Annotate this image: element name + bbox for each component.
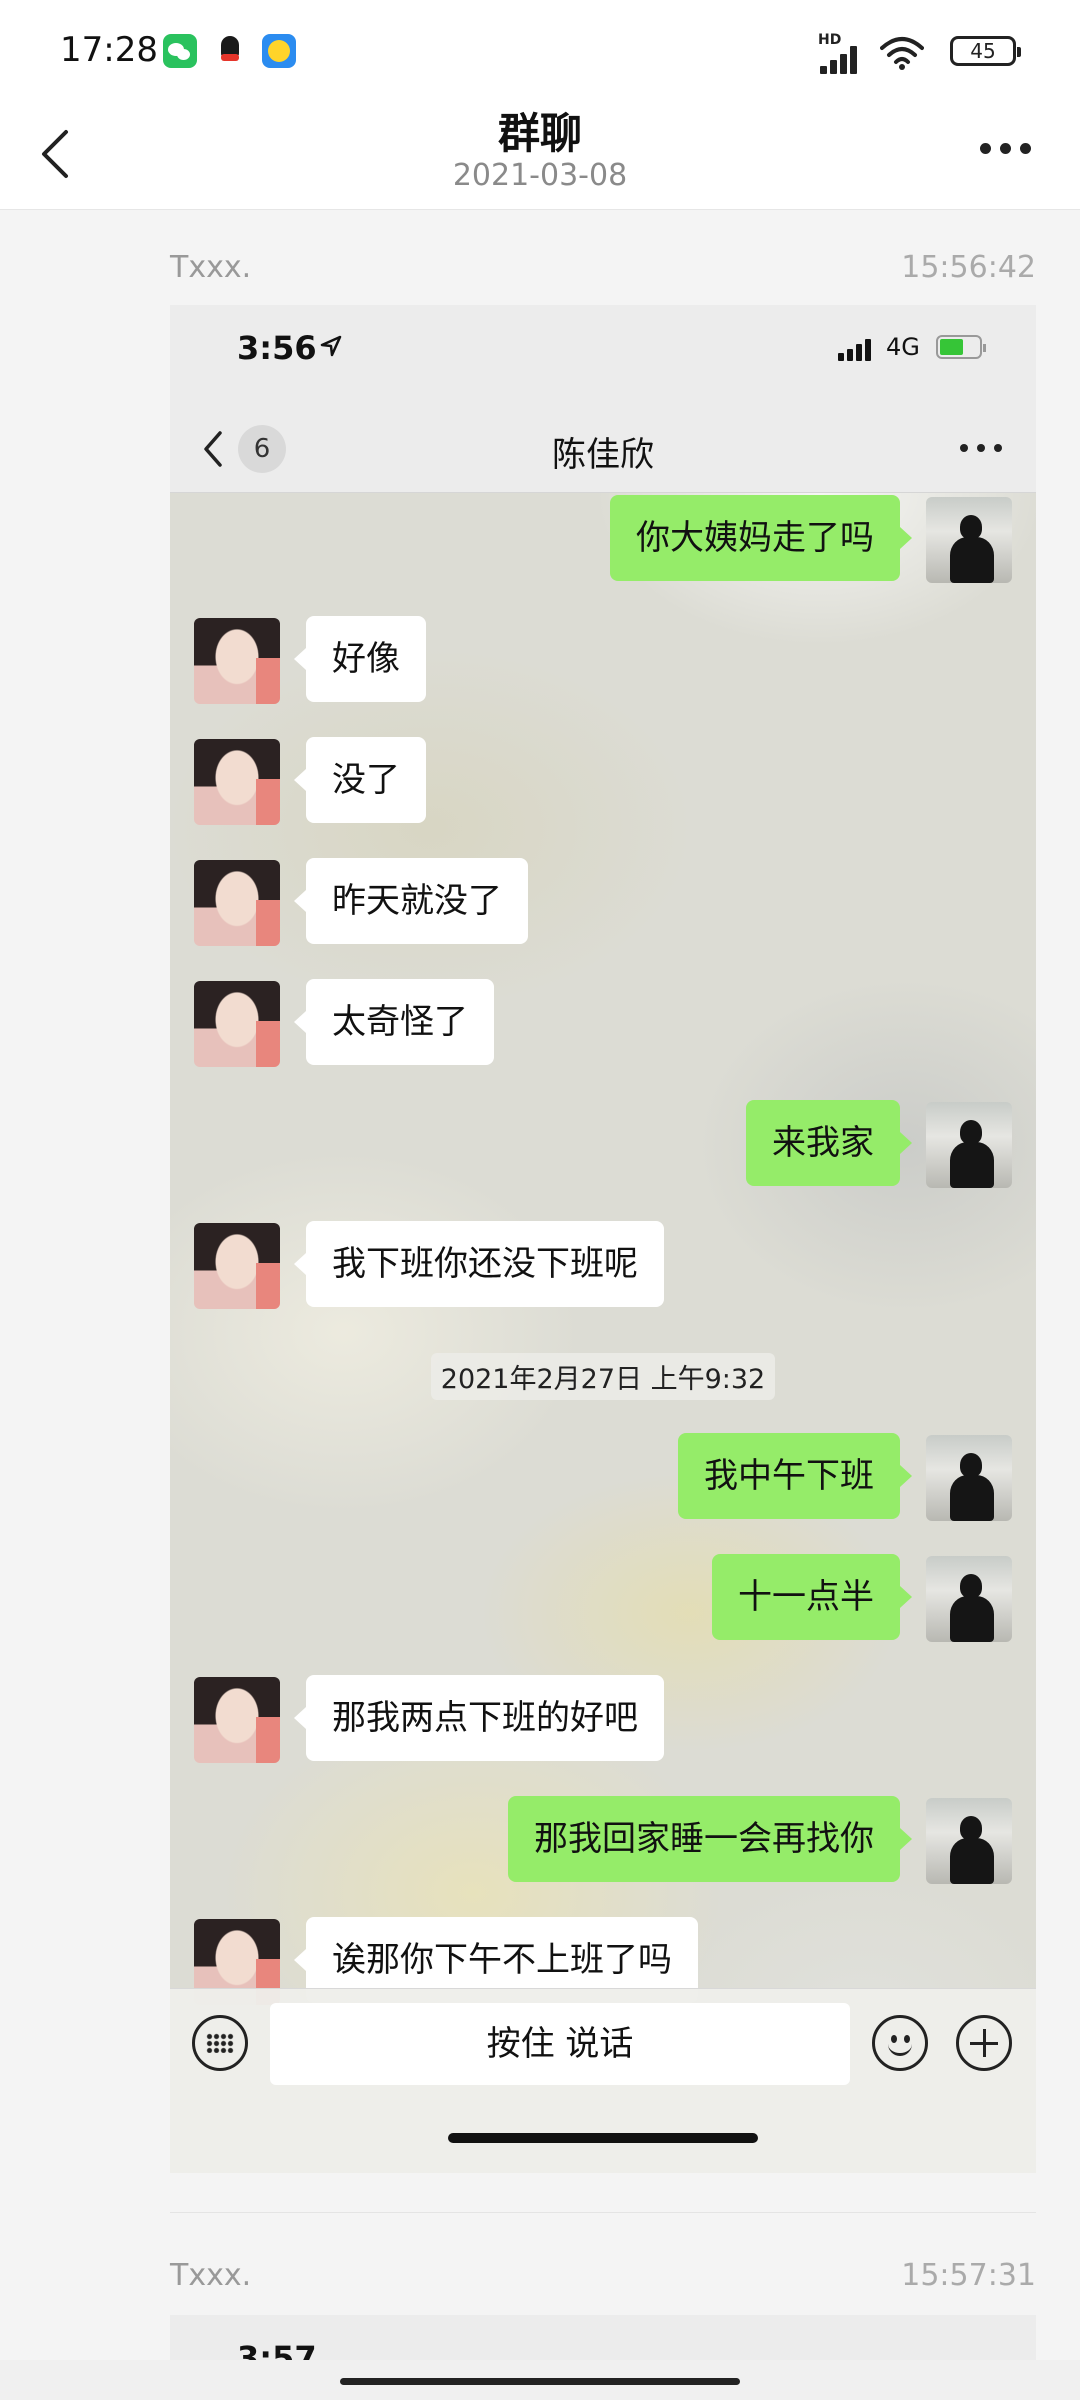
message-bubble: 没了 (294, 737, 426, 823)
message-time: 15:56:42 (901, 250, 1036, 285)
ios-signal-icon (838, 337, 876, 361)
qq-icon (213, 34, 247, 68)
avatar (926, 1556, 1012, 1642)
ios-status-time: 3:57 (237, 2339, 317, 2360)
message-bubble: 那我两点下班的好吧 (294, 1675, 664, 1761)
avatar (194, 618, 280, 704)
emoji-icon (872, 2015, 928, 2071)
chat-screenshot-image[interactable]: 3:57 (170, 2315, 1036, 2360)
hold-to-talk-button: 按住 说话 (270, 2003, 850, 2085)
wifi-icon (880, 37, 924, 70)
more-options-button[interactable] (970, 130, 1040, 170)
chat-more-icon (956, 441, 1006, 457)
avatar (926, 1798, 1012, 1884)
plus-icon (956, 2015, 1012, 2071)
message-bubble: 好像 (294, 616, 426, 702)
avatar (194, 739, 280, 825)
message-sender: Txxx. (170, 250, 252, 285)
message-row-incoming: 昨天就没了 (170, 858, 1036, 946)
page-subtitle: 2021-03-08 (452, 158, 628, 193)
message-bubble: 我中午下班 (678, 1433, 912, 1519)
message-row-outgoing: 我中午下班 (170, 1433, 1036, 1521)
message-row-incoming: 那我两点下班的好吧 (170, 1675, 1036, 1763)
chat-nav-bar: 6 陈佳欣 (170, 405, 1036, 493)
message-sender: Txxx. (170, 2258, 252, 2293)
message-time: 15:57:31 (901, 2258, 1036, 2293)
chat-title: 陈佳欣 (552, 435, 654, 475)
wechat-icon (163, 34, 197, 68)
avatar (194, 981, 280, 1067)
message-row-incoming: 我下班你还没下班呢 (170, 1221, 1036, 1309)
message-row-outgoing: 来我家 (170, 1100, 1036, 1188)
battery-icon: 45 (950, 36, 1021, 66)
system-icons: HD 45 (780, 30, 1080, 74)
status-time: 17:28 (60, 30, 158, 70)
message-row-outgoing: 十一点半 (170, 1554, 1036, 1642)
divider (170, 2212, 1036, 2213)
avatar (194, 1223, 280, 1309)
message-bubble: 十一点半 (712, 1554, 912, 1640)
message-bubble: 我下班你还没下班呢 (294, 1221, 664, 1307)
signal-icon (820, 44, 864, 74)
message-bubble: 你大姨妈走了吗 (610, 495, 912, 581)
ios-status-time: 3:56 (237, 329, 317, 367)
avatar (926, 497, 1012, 583)
message-bubble: 太奇怪了 (294, 979, 494, 1065)
message-bubble: 昨天就没了 (294, 858, 528, 944)
chat-input-bar: 按住 说话 (170, 1988, 1036, 2173)
chat-screenshot-image[interactable]: 3:56 4G 6 陈佳欣 你大姨妈走了吗 好像 没了 昨天就没了 太奇怪了 来… (170, 305, 1036, 2173)
nav-bar: 群聊 2021-03-08 (0, 100, 1080, 210)
avatar (194, 860, 280, 946)
message-bubble: 来我家 (746, 1100, 912, 1186)
keyboard-icon (192, 2015, 248, 2071)
message-row-incoming: 好像 (170, 616, 1036, 704)
location-arrow-icon (320, 335, 342, 357)
ios-status-bar: 3:56 4G (170, 305, 1036, 405)
avatar (926, 1435, 1012, 1521)
message-list: 你大姨妈走了吗 好像 没了 昨天就没了 太奇怪了 来我家 我下班你还没下班呢 2… (170, 493, 1036, 2173)
message-row-incoming: 没了 (170, 737, 1036, 825)
avatar (926, 1102, 1012, 1188)
message-row-outgoing: 你大姨妈走了吗 (170, 495, 1036, 583)
message-row-incoming: 太奇怪了 (170, 979, 1036, 1067)
time-separator: 2021年2月27日 上午9:32 (170, 1353, 1036, 1400)
ios-battery-icon (936, 335, 986, 359)
message-row-outgoing: 那我回家睡一会再找你 (170, 1796, 1036, 1884)
message-bubble: 那我回家睡一会再找你 (508, 1796, 912, 1882)
gesture-bar (0, 2360, 1080, 2400)
home-indicator (448, 2133, 758, 2143)
status-bar: 17:28 HD 45 (0, 0, 1080, 100)
page-title: 群聊 (497, 109, 582, 158)
ios-network-label: 4G (886, 333, 920, 361)
time-separator-label: 2021年2月27日 上午9:32 (430, 1353, 776, 1400)
yellow-app-icon (262, 34, 296, 68)
avatar (194, 1677, 280, 1763)
